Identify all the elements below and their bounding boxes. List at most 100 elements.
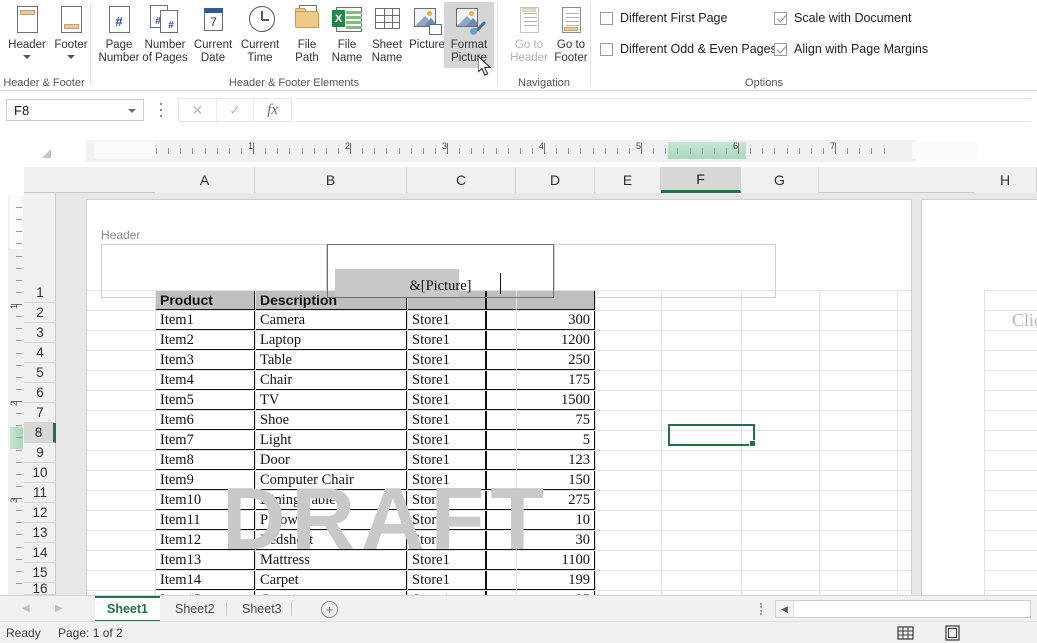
table-cell[interactable]: Item4	[155, 370, 255, 390]
row-header-14[interactable]: 14	[24, 543, 56, 563]
checkbox-box[interactable]	[774, 11, 787, 25]
table-cell[interactable]: Camera	[255, 310, 407, 330]
header-center-section[interactable]: &[Picture]	[327, 244, 554, 298]
table-cell[interactable]: Item12	[155, 530, 255, 550]
column-header-e[interactable]: E	[595, 167, 661, 193]
table-cell[interactable]: Store1	[407, 390, 486, 410]
table-cell[interactable]: Bedsheet	[255, 530, 407, 550]
table-cell[interactable]: Laptop	[255, 330, 407, 350]
table-cell[interactable]: Item9	[155, 470, 255, 490]
sheet-tab-sheet3[interactable]: Sheet3	[230, 596, 294, 622]
table-cell[interactable]: Dining Table	[255, 490, 407, 510]
table-cell[interactable]: Item14	[155, 570, 255, 590]
table-cell[interactable]: 10	[486, 510, 595, 530]
table-cell[interactable]: 275	[486, 490, 595, 510]
row-header-9[interactable]: 9	[24, 443, 56, 463]
table-cell[interactable]: Item10	[155, 490, 255, 510]
enter-formula-button[interactable]: ✓	[217, 99, 255, 121]
scroll-left-button[interactable]: ◀	[776, 601, 794, 617]
table-cell[interactable]: 123	[486, 450, 595, 470]
column-header-a[interactable]: A	[155, 167, 255, 193]
row-header-2[interactable]: 2	[24, 303, 56, 323]
row-header-7[interactable]: 7	[24, 403, 56, 423]
table-cell[interactable]: Table	[255, 350, 407, 370]
table-cell[interactable]: 1500	[486, 390, 595, 410]
current-time-button[interactable]: Current Time	[235, 2, 285, 68]
row-header-13[interactable]: 13	[24, 523, 56, 543]
table-cell[interactable]: Store1	[407, 330, 486, 350]
horizontal-scrollbar[interactable]: ◀	[775, 600, 1031, 618]
cancel-formula-button[interactable]: ✕	[179, 99, 217, 121]
column-header-c[interactable]: C	[407, 167, 516, 193]
column-header-f[interactable]: F	[661, 167, 741, 193]
table-cell[interactable]: Item13	[155, 550, 255, 570]
table-cell[interactable]: Item3	[155, 350, 255, 370]
table-header-cell[interactable]: Product	[155, 290, 255, 310]
table-cell[interactable]: 250	[486, 350, 595, 370]
footer-button[interactable]: Footer	[46, 2, 96, 68]
table-cell[interactable]: Pillow	[255, 510, 407, 530]
row-header-16[interactable]: 16	[24, 581, 56, 596]
formula-input[interactable]	[296, 98, 1031, 122]
table-cell[interactable]: Store1	[407, 350, 486, 370]
table-cell[interactable]: Store1	[407, 430, 486, 450]
go-to-footer-button[interactable]: Go to Footer	[546, 2, 596, 68]
scrollbar-grip[interactable]	[760, 603, 763, 615]
table-cell[interactable]: Store1	[407, 470, 486, 490]
table-cell[interactable]: 175	[486, 370, 595, 390]
table-cell[interactable]: Store1	[407, 310, 486, 330]
row-header-6[interactable]: 6	[24, 383, 56, 403]
checkbox-box[interactable]	[600, 11, 613, 25]
table-cell[interactable]: Item5	[155, 390, 255, 410]
table-cell[interactable]: TV	[255, 390, 407, 410]
next-sheet-button[interactable]: ▶	[55, 603, 63, 614]
row-header-11[interactable]: 11	[24, 483, 56, 503]
table-cell[interactable]: Item2	[155, 330, 255, 350]
column-header-d[interactable]: D	[516, 167, 595, 193]
table-cell[interactable]: Light	[255, 430, 407, 450]
checkbox-different-odd-even[interactable]: Different Odd & Even Pages	[600, 42, 777, 56]
row-header-10[interactable]: 10	[24, 463, 56, 483]
worksheet-grid[interactable]: Header &[Picture] DRAFT Product Descripti…	[56, 193, 1037, 595]
table-cell[interactable]: Store1	[407, 570, 486, 590]
add-sheet-button[interactable]: +	[321, 601, 338, 618]
table-cell[interactable]: 300	[486, 310, 595, 330]
current-date-button[interactable]: 7 Current Date	[188, 2, 238, 68]
number-of-pages-button[interactable]: # # Number of Pages	[140, 2, 190, 68]
chevron-down-icon[interactable]	[67, 55, 75, 59]
table-cell[interactable]: Item7	[155, 430, 255, 450]
row-header-3[interactable]: 3	[24, 323, 56, 343]
table-cell[interactable]: Store1	[407, 410, 486, 430]
row-header-15[interactable]: 15	[24, 563, 56, 583]
name-box[interactable]: F8	[6, 99, 144, 121]
row-header-1[interactable]: 1	[24, 283, 56, 303]
checkbox-box[interactable]	[600, 42, 613, 56]
insert-function-button[interactable]: fx	[254, 99, 291, 121]
table-cell[interactable]: 5	[486, 430, 595, 450]
row-header-8[interactable]: 8	[24, 423, 56, 443]
page-number-button[interactable]: # Page Number	[94, 2, 144, 68]
row-header-4[interactable]: 4	[24, 343, 56, 363]
table-cell[interactable]: Door	[255, 450, 407, 470]
selected-cell-f8[interactable]	[668, 424, 756, 447]
table-cell[interactable]: Store1	[407, 550, 486, 570]
table-cell[interactable]: Mattress	[255, 550, 407, 570]
table-cell[interactable]: 30	[486, 530, 595, 550]
sheet-tab-sheet2[interactable]: Sheet2	[163, 596, 227, 622]
table-cell[interactable]: 150	[486, 470, 595, 490]
chevron-down-icon[interactable]	[23, 55, 31, 59]
table-cell[interactable]: Store1	[407, 490, 486, 510]
table-cell[interactable]: Store1	[407, 530, 486, 550]
checkbox-different-first-page[interactable]: Different First Page	[600, 11, 727, 25]
row-header-12[interactable]: 12	[24, 503, 56, 523]
column-header-b[interactable]: B	[255, 167, 407, 193]
formula-bar-grip[interactable]	[160, 103, 163, 117]
header-button[interactable]: Header	[2, 2, 52, 68]
table-cell[interactable]: 199	[486, 570, 595, 590]
column-header-g[interactable]: G	[741, 167, 819, 193]
column-header-h[interactable]: H	[974, 167, 1037, 193]
table-cell[interactable]: Item11	[155, 510, 255, 530]
table-cell[interactable]: Store1	[407, 450, 486, 470]
table-cell[interactable]: Item6	[155, 410, 255, 430]
format-picture-button[interactable]: Format Picture	[444, 2, 494, 68]
